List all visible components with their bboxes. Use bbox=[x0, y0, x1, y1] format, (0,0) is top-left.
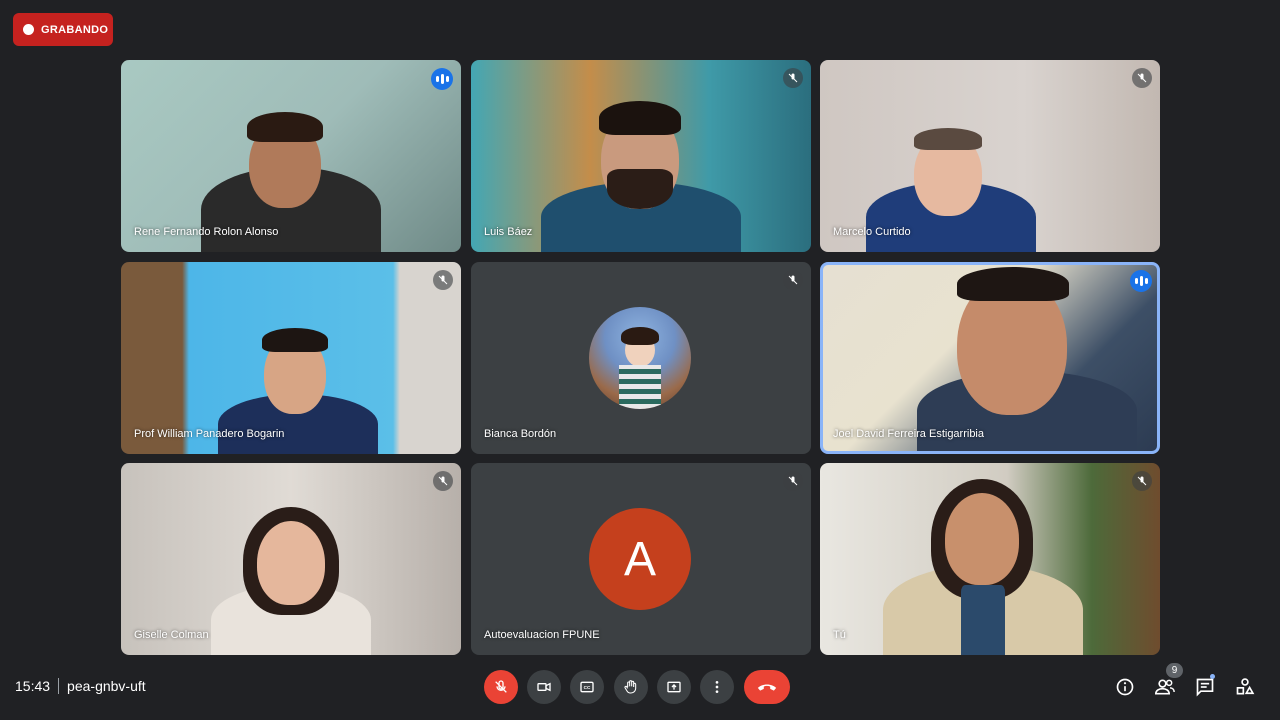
participant-tile[interactable]: Bianca Bordón bbox=[471, 262, 811, 454]
mic-off-icon bbox=[1132, 471, 1152, 491]
participant-name: Rene Fernando Rolon Alonso bbox=[134, 226, 279, 238]
mic-off-icon bbox=[433, 471, 453, 491]
captions-button[interactable]: CC bbox=[570, 670, 604, 704]
raise-hand-icon bbox=[624, 680, 637, 694]
activities-button[interactable] bbox=[1232, 674, 1258, 700]
chat-button[interactable] bbox=[1192, 674, 1218, 700]
participant-avatar: A bbox=[589, 508, 691, 610]
participant-name: Bianca Bordón bbox=[484, 428, 557, 440]
participant-name: Tú bbox=[833, 629, 846, 641]
mic-off-icon bbox=[495, 680, 507, 693]
participant-video bbox=[897, 265, 1137, 451]
camera-icon bbox=[537, 682, 551, 692]
participant-name: Prof William Panadero Bogarin bbox=[134, 428, 285, 440]
participant-tile[interactable]: Marcelo Curtido bbox=[820, 60, 1160, 252]
participant-name: Luis Báez bbox=[484, 226, 533, 238]
participant-tile[interactable]: Luis Báez bbox=[471, 60, 811, 252]
chat-icon bbox=[1196, 678, 1214, 697]
meeting-info: 15:43 pea-gnbv-uft bbox=[15, 678, 146, 694]
present-icon bbox=[667, 681, 681, 693]
participant-video bbox=[873, 475, 1093, 655]
more-vert-icon bbox=[715, 681, 719, 693]
participant-name: Giselle Colman bbox=[134, 629, 209, 641]
meeting-details-button[interactable] bbox=[1112, 674, 1138, 700]
present-button[interactable] bbox=[657, 670, 691, 704]
recording-dot-icon bbox=[23, 24, 34, 35]
participant-name: Autoevaluacion FPUNE bbox=[484, 629, 600, 641]
recording-label: GRABANDO bbox=[41, 23, 109, 36]
divider bbox=[58, 678, 60, 694]
people-icon bbox=[1154, 679, 1175, 695]
mic-off-icon bbox=[433, 270, 453, 290]
participant-tile[interactable]: Giselle Colman bbox=[121, 463, 461, 655]
mic-off-icon bbox=[783, 68, 803, 88]
mic-off-icon bbox=[783, 471, 803, 491]
speaking-indicator-icon bbox=[431, 68, 453, 90]
participant-tile[interactable]: Tú bbox=[820, 463, 1160, 655]
people-count-badge: 9 bbox=[1166, 663, 1183, 678]
mic-off-icon bbox=[783, 270, 803, 290]
participant-avatar bbox=[589, 307, 691, 409]
speaking-indicator-icon bbox=[1130, 270, 1152, 292]
participant-video bbox=[191, 485, 391, 655]
mic-off-icon bbox=[1132, 68, 1152, 88]
raise-hand-button[interactable] bbox=[614, 670, 648, 704]
participant-tile[interactable]: Prof William Panadero Bogarin bbox=[121, 262, 461, 454]
meeting-code: pea-gnbv-uft bbox=[67, 678, 146, 694]
meeting-time: 15:43 bbox=[15, 678, 51, 694]
end-call-button[interactable] bbox=[744, 670, 790, 704]
camera-toggle-button[interactable] bbox=[527, 670, 561, 704]
chat-notification-dot-icon bbox=[1210, 674, 1215, 679]
more-options-button[interactable] bbox=[700, 670, 734, 704]
participant-tile[interactable]: A Autoevaluacion FPUNE bbox=[471, 463, 811, 655]
end-call-icon bbox=[757, 684, 777, 691]
participant-name: Marcelo Curtido bbox=[833, 226, 911, 238]
participant-video bbox=[531, 87, 751, 252]
svg-text:CC: CC bbox=[584, 685, 591, 690]
participant-name: Joel David Ferreira Estigarribia bbox=[833, 428, 984, 440]
participant-tile[interactable]: Rene Fernando Rolon Alonso bbox=[121, 60, 461, 252]
activities-icon bbox=[1236, 678, 1255, 695]
captions-icon: CC bbox=[580, 681, 594, 693]
mic-toggle-button[interactable] bbox=[484, 670, 518, 704]
participant-tile[interactable]: Joel David Ferreira Estigarribia bbox=[820, 262, 1160, 454]
info-icon bbox=[1116, 678, 1134, 696]
recording-indicator: GRABANDO bbox=[13, 13, 113, 46]
